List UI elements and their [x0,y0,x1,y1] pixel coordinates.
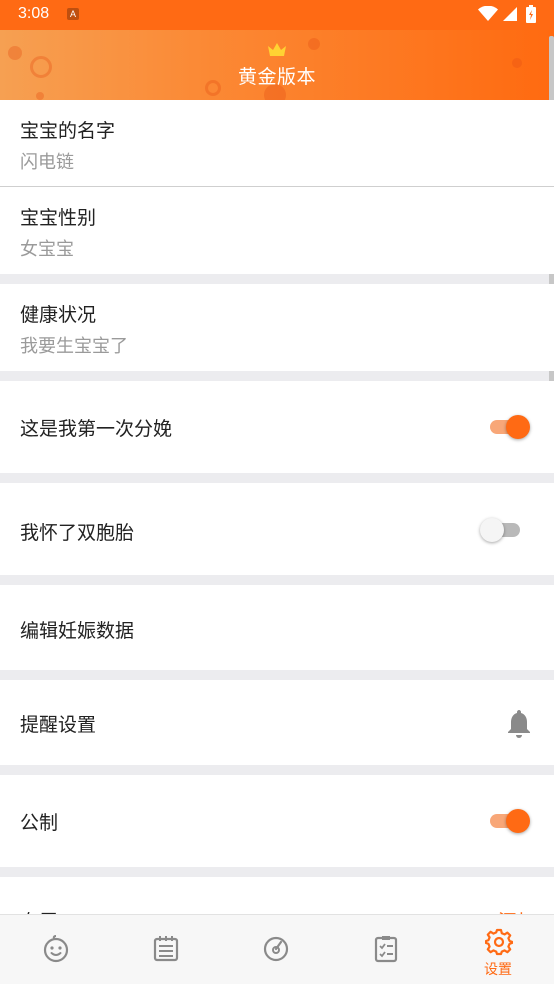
baby-name-label: 宝宝的名字 [20,120,116,142]
calendar-icon [153,936,179,962]
crown-icon [268,43,286,56]
wifi-icon [478,6,498,21]
header-banner: 黄金版本 [0,30,554,100]
status-bar: 3:08 A [0,0,554,30]
toggle-thumb [506,809,530,833]
baby-name-value: 闪电链 [20,152,74,173]
nav-item-calendar[interactable] [110,915,220,984]
battery-icon [526,5,536,23]
baby-face-icon [43,935,69,963]
nav-item-checklist[interactable] [330,915,440,984]
baby-info-card: 宝宝的名字 闪电链 宝宝性别 女宝宝 [0,100,554,274]
nav-item-gauge[interactable] [220,915,330,984]
baby-gender-label: 宝宝性别 [20,207,97,229]
health-value: 我要生宝宝了 [20,336,128,357]
first-birth-row[interactable]: 这是我第一次分娩 [0,381,554,473]
decor-bubble [8,46,22,60]
baby-gender-value: 女宝宝 [20,239,74,260]
toggle-thumb [480,518,504,542]
twins-label: 我怀了双胞胎 [20,522,135,544]
gauge-icon [263,936,289,962]
decor-bubble [36,92,44,100]
baby-gender-row[interactable]: 宝宝性别 女宝宝 [0,187,554,274]
health-label: 健康状况 [20,304,97,326]
checklist-icon [374,936,398,963]
twins-row[interactable]: 我怀了双胞胎 [0,483,554,575]
nav-item-baby[interactable] [0,915,110,984]
nav-label-settings: 设置 [484,962,512,978]
twins-toggle[interactable] [480,516,524,544]
edit-pregnancy-row[interactable]: 编辑妊娠数据 [0,585,554,670]
toggle-thumb [506,415,530,439]
decor-bubble [308,38,320,50]
baby-name-row[interactable]: 宝宝的名字 闪电链 [0,100,554,186]
metric-label: 公制 [20,812,59,834]
reminders-label: 提醒设置 [20,714,97,736]
bottom-nav: 设置 [0,914,554,984]
page-title: 黄金版本 [237,66,316,88]
reminders-row[interactable]: 提醒设置 [0,680,554,765]
cellular-icon [503,7,517,21]
gear-icon [485,928,513,956]
first-birth-label: 这是我第一次分娩 [20,418,173,440]
notification-icon: A [67,8,79,20]
first-birth-toggle[interactable] [486,413,530,441]
bell-icon [508,710,530,738]
status-time: 3:08 [18,5,50,22]
nav-item-settings[interactable]: 设置 [443,915,553,984]
metric-toggle[interactable] [486,807,530,835]
edit-pregnancy-label: 编辑妊娠数据 [20,620,135,642]
metric-row[interactable]: 公制 [0,775,554,867]
health-row[interactable]: 健康状况 我要生宝宝了 [0,284,554,371]
